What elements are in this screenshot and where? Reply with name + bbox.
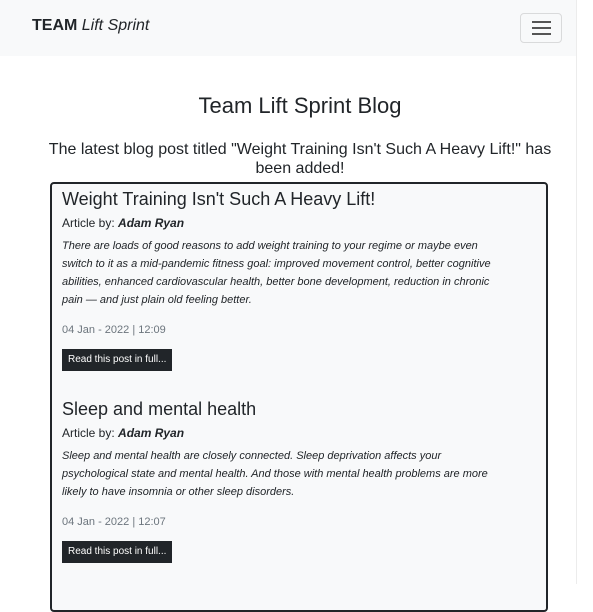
page-title: Team Lift Sprint Blog	[0, 93, 593, 119]
author-name: Adam Ryan	[118, 426, 184, 440]
blog-posts-panel: Weight Training Isn't Such A Heavy Lift!…	[50, 182, 548, 612]
post-author-line: Article by: Adam Ryan	[62, 216, 532, 231]
post-title: Weight Training Isn't Such A Heavy Lift!	[62, 188, 532, 210]
post-date: 04 Jan - 2022 | 12:07	[62, 515, 532, 529]
top-navbar: TEAM Lift Sprint	[0, 0, 576, 56]
navbar-toggle-button[interactable]	[520, 13, 562, 43]
brand-logo-link[interactable]: TEAM Lift Sprint	[32, 16, 149, 36]
read-post-button[interactable]: Read this post in full...	[62, 541, 172, 563]
author-label: Article by:	[62, 426, 115, 440]
post-excerpt: Sleep and mental health are closely conn…	[62, 447, 502, 501]
blog-post-card: Sleep and mental health Article by: Adam…	[62, 398, 532, 563]
read-post-button[interactable]: Read this post in full...	[62, 349, 172, 371]
blog-post-card: Weight Training Isn't Such A Heavy Lift!…	[62, 188, 532, 371]
author-label: Article by:	[62, 216, 115, 230]
post-author-line: Article by: Adam Ryan	[62, 426, 532, 441]
brand-strong-text: TEAM	[32, 17, 77, 34]
new-post-notice: The latest blog post titled "Weight Trai…	[30, 140, 570, 178]
brand-em-text: Lift Sprint	[82, 17, 150, 34]
post-excerpt: There are loads of good reasons to add w…	[62, 237, 502, 309]
post-date: 04 Jan - 2022 | 12:09	[62, 323, 532, 337]
post-title: Sleep and mental health	[62, 398, 532, 420]
author-name: Adam Ryan	[118, 216, 184, 230]
page-scrollbar[interactable]	[576, 0, 593, 584]
